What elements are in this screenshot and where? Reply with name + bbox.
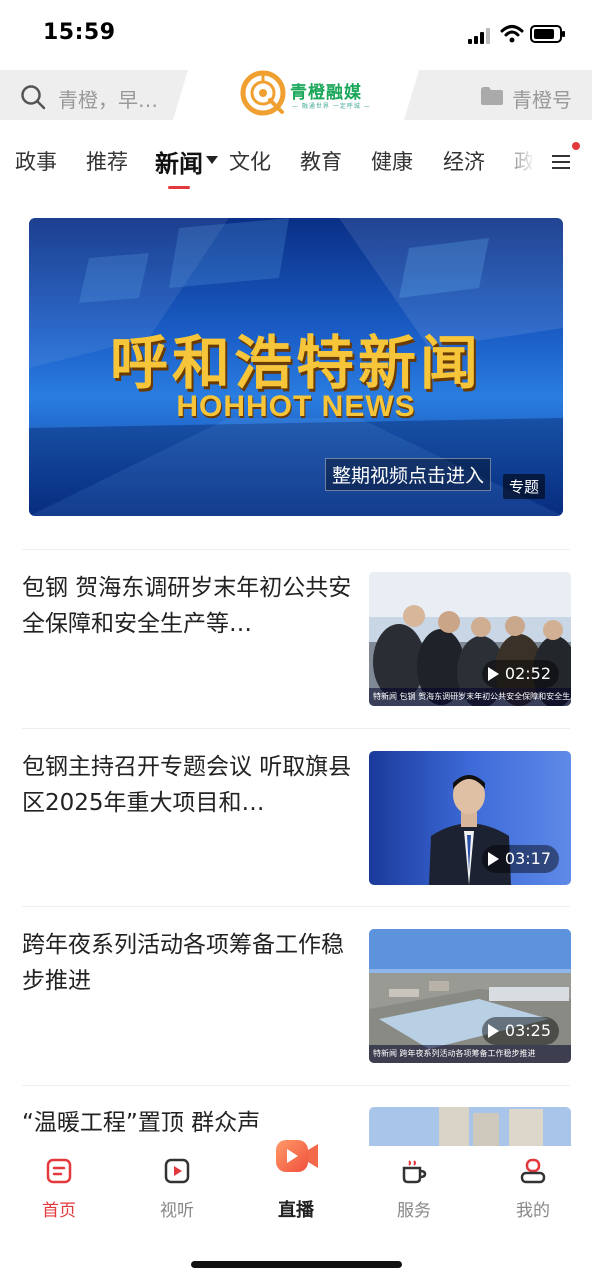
- home-indicator: [191, 1261, 402, 1268]
- divider: [22, 728, 570, 729]
- tab-politics[interactable]: 政事: [15, 146, 57, 176]
- play-icon: [487, 667, 499, 681]
- duration-text: 03:17: [504, 849, 551, 868]
- divider: [22, 1085, 570, 1086]
- nav-video-label: 视听: [160, 1201, 194, 1221]
- logo-emblem-icon: [240, 70, 286, 116]
- search-icon: [21, 85, 46, 110]
- nav-video[interactable]: 视听: [137, 1156, 217, 1226]
- account-button[interactable]: 青橙号: [404, 70, 592, 120]
- duration-text: 03:25: [504, 1021, 551, 1040]
- divider: [22, 906, 570, 907]
- chevron-down-icon[interactable]: [206, 156, 218, 164]
- news-item[interactable]: 包钢主持召开专题会议 听取旗县区2025年重大项目和… 03:17: [0, 751, 592, 911]
- tab-health[interactable]: 健康: [371, 146, 413, 176]
- play-icon: [487, 1024, 499, 1038]
- duration-badge: 03:17: [481, 845, 559, 873]
- news-thumbnail[interactable]: 特新闻 包钢 贺海东调研岁末年初公共安全保障和安全生产等工作 02:52: [369, 572, 571, 706]
- news-item[interactable]: 跨年夜系列活动各项筹备工作稳步推进 特新闻 跨年夜系列活动各项筹备工作稳步推进 …: [0, 929, 592, 1089]
- notification-dot: [572, 142, 580, 150]
- banner-cta[interactable]: 整期视频点击进入: [325, 458, 492, 491]
- tab-news[interactable]: 新闻: [155, 144, 203, 179]
- duration-badge: 02:52: [481, 660, 559, 688]
- account-label: 青橙号: [512, 88, 572, 112]
- live-icon[interactable]: [272, 1134, 320, 1178]
- wifi-icon: [500, 25, 524, 43]
- search-placeholder: 青橙，早…: [58, 88, 158, 112]
- app-logo: 青橙融媒 — 融通世界 一定呼城 —: [240, 70, 370, 116]
- user-icon: [520, 1158, 546, 1184]
- logo-slogan: — 融通世界 一定呼城 —: [292, 103, 371, 110]
- tab-fade: [490, 140, 536, 184]
- nav-home[interactable]: 首页: [19, 1156, 99, 1226]
- nav-me-label: 我的: [516, 1201, 550, 1221]
- news-thumbnail[interactable]: [369, 1107, 571, 1147]
- thumbnail-caption: 特新闻 跨年夜系列活动各项筹备工作稳步推进: [369, 1045, 571, 1063]
- tab-education[interactable]: 教育: [300, 146, 342, 176]
- duration-badge: 03:25: [481, 1017, 559, 1045]
- signal-icon: [468, 28, 490, 44]
- thumbnail-caption: 特新闻 包钢 贺海东调研岁末年初公共安全保障和安全生产等工作: [369, 688, 571, 706]
- tab-culture[interactable]: 文化: [229, 146, 271, 176]
- folder-icon: [481, 87, 503, 105]
- duration-text: 02:52: [504, 664, 551, 683]
- video-icon: [164, 1158, 190, 1184]
- logo-text: 青橙融媒: [290, 83, 362, 103]
- active-tab-indicator: [168, 186, 190, 189]
- nav-home-label: 首页: [42, 1201, 76, 1221]
- nav-service-label: 服务: [397, 1201, 431, 1221]
- app-header: 青橙，早… 青橙融媒 — 融通世界 一定呼城 — 青橙号: [0, 68, 592, 120]
- nav-live-label: 直播: [278, 1200, 314, 1221]
- divider: [22, 549, 570, 550]
- banner-title: 呼和浩特新闻: [109, 329, 482, 397]
- cup-icon: [402, 1160, 427, 1184]
- topic-badge: 专题: [503, 474, 546, 499]
- news-title[interactable]: 跨年夜系列活动各项筹备工作稳步推进: [22, 927, 352, 999]
- news-title[interactable]: 包钢主持召开专题会议 听取旗县区2025年重大项目和…: [22, 749, 352, 821]
- category-tabs: 政事 推荐 新闻 文化 教育 健康 经济 政: [0, 140, 592, 190]
- news-thumbnail[interactable]: 03:17: [369, 751, 571, 885]
- news-item[interactable]: 包钢 贺海东调研岁末年初公共安全保障和安全生产等… 特新闻 包钢 贺海东调研岁末…: [0, 572, 592, 732]
- nav-service[interactable]: 服务: [374, 1156, 454, 1226]
- menu-icon[interactable]: [552, 154, 570, 170]
- search-box[interactable]: 青橙，早…: [0, 70, 188, 120]
- banner-subtitle: HOHHOT NEWS: [176, 390, 416, 423]
- tab-economy[interactable]: 经济: [443, 146, 485, 176]
- nav-me[interactable]: 我的: [493, 1156, 573, 1226]
- news-thumbnail[interactable]: 特新闻 跨年夜系列活动各项筹备工作稳步推进 03:25: [369, 929, 571, 1063]
- play-icon: [487, 852, 499, 866]
- news-title[interactable]: 包钢 贺海东调研岁末年初公共安全保障和安全生产等…: [22, 570, 352, 642]
- tab-recommend[interactable]: 推荐: [86, 146, 128, 176]
- home-icon: [46, 1158, 72, 1184]
- battery-icon: [530, 25, 565, 43]
- feature-banner[interactable]: 呼和浩特新闻 HOHHOT NEWS 整期视频点击进入 专题: [29, 218, 563, 516]
- thumbnail-photo: [369, 1107, 571, 1147]
- status-time: 15:59: [43, 20, 116, 45]
- status-bar: 15:59: [0, 0, 592, 68]
